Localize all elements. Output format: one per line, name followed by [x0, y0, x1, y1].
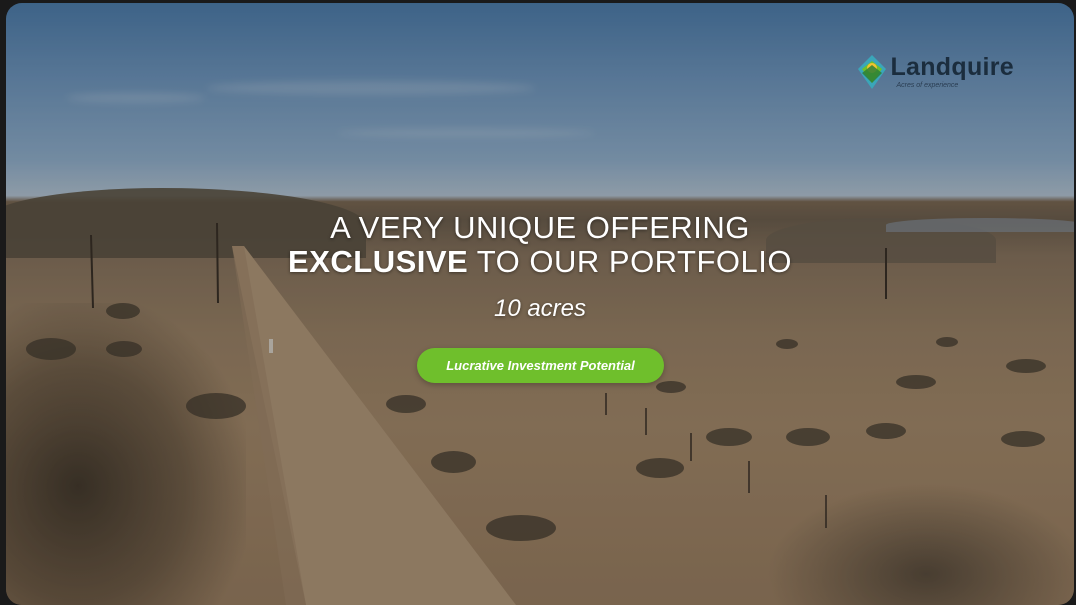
headline-line-2: EXCLUSIVE TO OUR PORTFOLIO [6, 244, 1074, 280]
headline-emphasis: EXCLUSIVE [288, 244, 469, 279]
acreage-label: 10 acres [493, 295, 587, 322]
landquire-logo-icon [858, 55, 887, 89]
headline-line-2-rest: TO OUR PORTFOLIO [468, 244, 792, 279]
brand-tagline: Acres of experience [896, 82, 959, 89]
brand-name: Landquire [890, 53, 1014, 81]
hero-frame: Landquire Acres of experience A VERY UNI… [6, 3, 1074, 605]
investment-potential-button[interactable]: Lucrative Investment Potential [417, 348, 664, 383]
headline-line-1: A VERY UNIQUE OFFERING [330, 210, 750, 245]
brand-logo[interactable]: Landquire Acres of experience [858, 55, 1014, 89]
